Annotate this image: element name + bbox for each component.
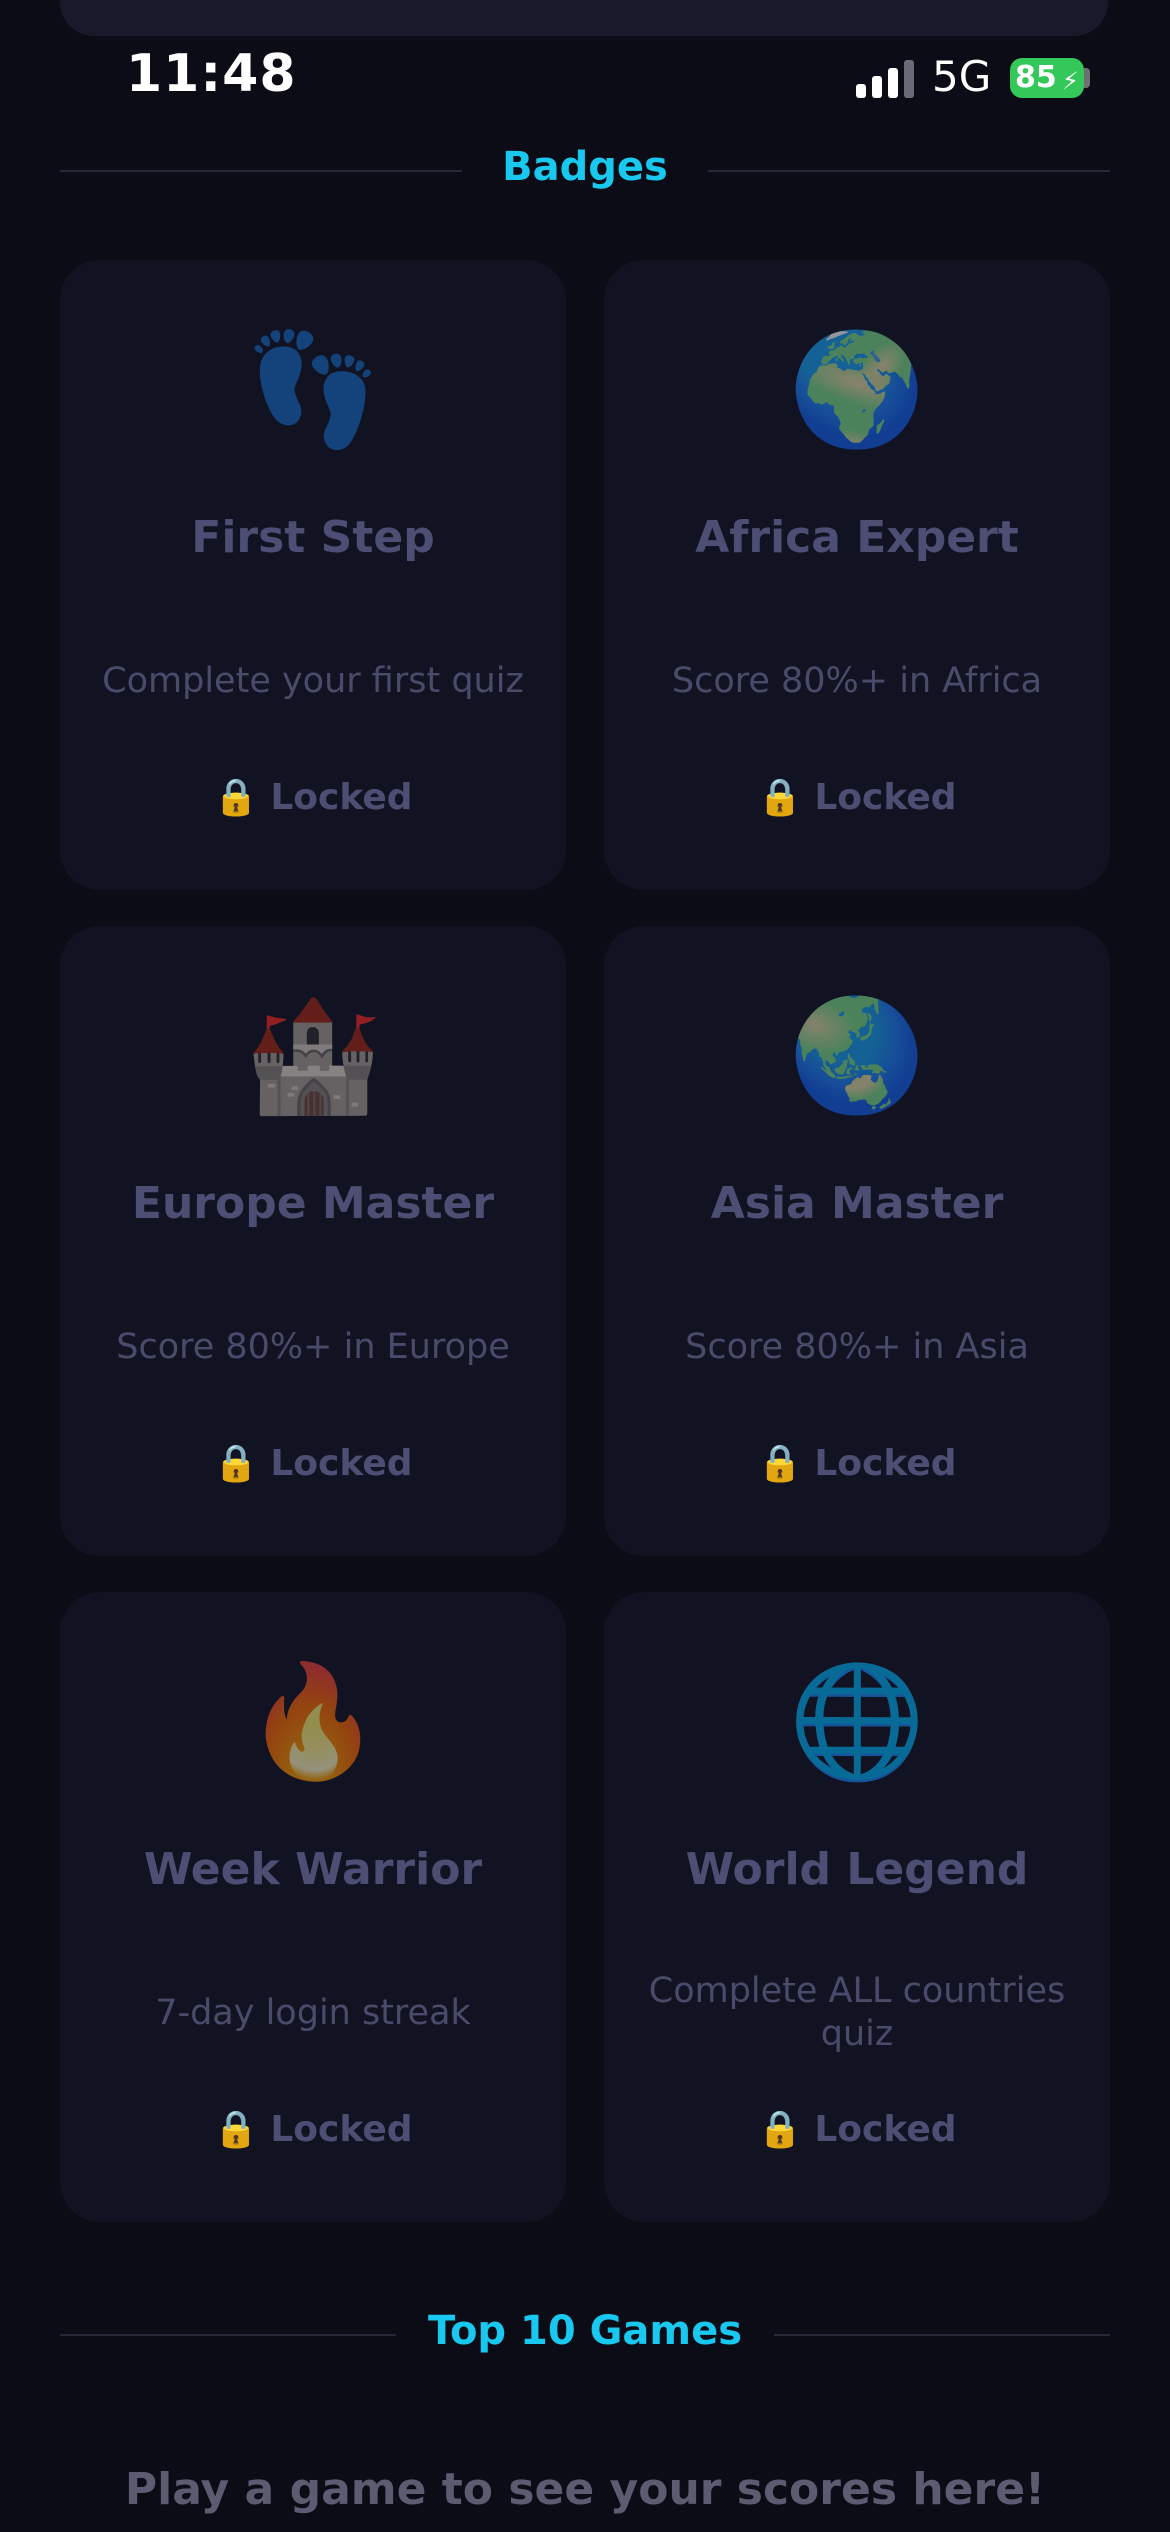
castle-icon: 🏰 — [244, 991, 382, 1119]
battery-indicator: 85 ⚡ — [1010, 58, 1084, 98]
badge-card-europe-master[interactable]: 🏰 Europe Master Score 80%+ in Europe 🔒 Lo… — [60, 926, 566, 1556]
badge-status: 🔒 Locked — [60, 1442, 566, 1484]
top-games-empty-message: Play a game to see your scores here! — [124, 2464, 1046, 2515]
badge-card-world-legend[interactable]: 🌐 World Legend Complete ALL countries qu… — [604, 1592, 1110, 2222]
badge-description: 7-day login streak — [155, 1993, 471, 2033]
badge-description: Score 80%+ in Africa — [671, 661, 1043, 701]
badge-title: World Legend — [685, 1844, 1029, 1895]
globe-meridians-icon: 🌐 — [788, 1657, 926, 1785]
status-time: 11:48 — [126, 44, 297, 104]
badges-section-header: Badges — [60, 140, 1110, 200]
badge-status: 🔒 Locked — [60, 776, 566, 818]
top-games-section-title: Top 10 Games — [427, 2308, 743, 2354]
lock-icon: 🔒 — [757, 777, 803, 818]
badge-status: 🔒 Locked — [604, 2108, 1110, 2150]
badge-status-label: Locked — [270, 777, 413, 818]
top-games-section-header: Top 10 Games — [60, 2304, 1110, 2364]
lock-icon: 🔒 — [757, 1443, 803, 1484]
fire-icon: 🔥 — [244, 1657, 382, 1785]
badge-title: Asia Master — [710, 1178, 1004, 1229]
badge-status: 🔒 Locked — [604, 776, 1110, 818]
lock-icon: 🔒 — [213, 777, 259, 818]
badge-status-label: Locked — [814, 1443, 957, 1484]
lock-icon: 🔒 — [213, 2109, 259, 2150]
lock-icon: 🔒 — [213, 1443, 259, 1484]
badge-title: Europe Master — [131, 1178, 495, 1229]
badge-card-africa-expert[interactable]: 🌍 Africa Expert Score 80%+ in Africa 🔒 Lo… — [604, 260, 1110, 890]
badge-status: 🔒 Locked — [604, 1442, 1110, 1484]
badge-card-week-warrior[interactable]: 🔥 Week Warrior 7-day login streak 🔒 Locke… — [60, 1592, 566, 2222]
cellular-signal-icon — [856, 58, 914, 98]
badge-status-label: Locked — [270, 1443, 413, 1484]
badge-description: Complete ALL countries quiz — [648, 1971, 1066, 2054]
badges-section-title: Badges — [502, 144, 668, 190]
battery-cap — [1084, 68, 1090, 88]
badge-status-label: Locked — [270, 2109, 413, 2150]
battery-level: 85 — [1015, 60, 1057, 95]
badge-title: Africa Expert — [695, 512, 1019, 563]
badge-card-asia-master[interactable]: 🌏 Asia Master Score 80%+ in Asia 🔒 Locked — [604, 926, 1110, 1556]
badge-title: Week Warrior — [143, 1844, 483, 1895]
footprints-icon: 👣 — [244, 325, 382, 453]
lock-icon: 🔒 — [757, 2109, 803, 2150]
badge-status: 🔒 Locked — [60, 2108, 566, 2150]
status-bar: 11:48 5G 85 ⚡ — [0, 0, 1170, 160]
badge-description: Complete your first quiz — [102, 661, 524, 701]
network-type: 5G — [932, 52, 992, 101]
badge-description: Score 80%+ in Europe — [116, 1327, 510, 1367]
globe-africa-icon: 🌍 — [788, 325, 926, 453]
badge-status-label: Locked — [814, 2109, 957, 2150]
badge-status-label: Locked — [814, 777, 957, 818]
badge-description: Score 80%+ in Asia — [685, 1327, 1029, 1367]
charging-bolt-icon: ⚡ — [1062, 67, 1079, 95]
globe-asia-icon: 🌏 — [788, 991, 926, 1119]
badge-title: First Step — [191, 512, 435, 563]
badge-card-first-step[interactable]: 👣 First Step Complete your first quiz 🔒 L… — [60, 260, 566, 890]
